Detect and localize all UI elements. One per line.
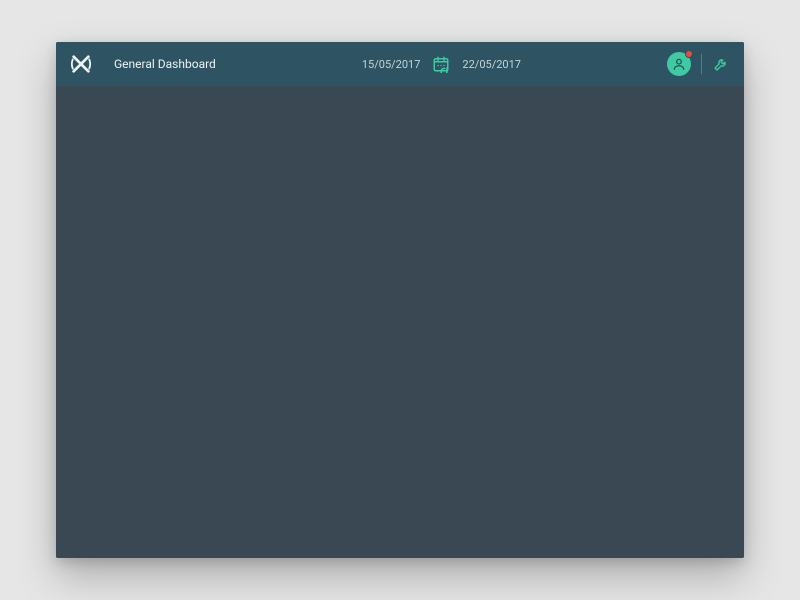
app-window: General Dashboard 15/05/2017 22/05/2017 [56, 42, 744, 558]
settings-button[interactable] [712, 55, 730, 73]
calendar-icon [432, 55, 450, 73]
main-content [56, 86, 744, 558]
divider [701, 54, 702, 74]
date-to: 22/05/2017 [462, 58, 521, 71]
notification-badge [685, 50, 693, 58]
topbar: General Dashboard 15/05/2017 22/05/2017 [56, 42, 744, 86]
page-title: General Dashboard [114, 57, 216, 71]
date-from: 15/05/2017 [362, 58, 421, 71]
wrench-icon [713, 56, 729, 72]
user-button[interactable] [667, 52, 691, 76]
date-range[interactable]: 15/05/2017 22/05/2017 [362, 55, 521, 73]
brand-x-logo-icon [70, 53, 92, 75]
brand-logo[interactable] [70, 53, 92, 75]
topbar-actions [667, 52, 730, 76]
user-icon [672, 57, 686, 71]
